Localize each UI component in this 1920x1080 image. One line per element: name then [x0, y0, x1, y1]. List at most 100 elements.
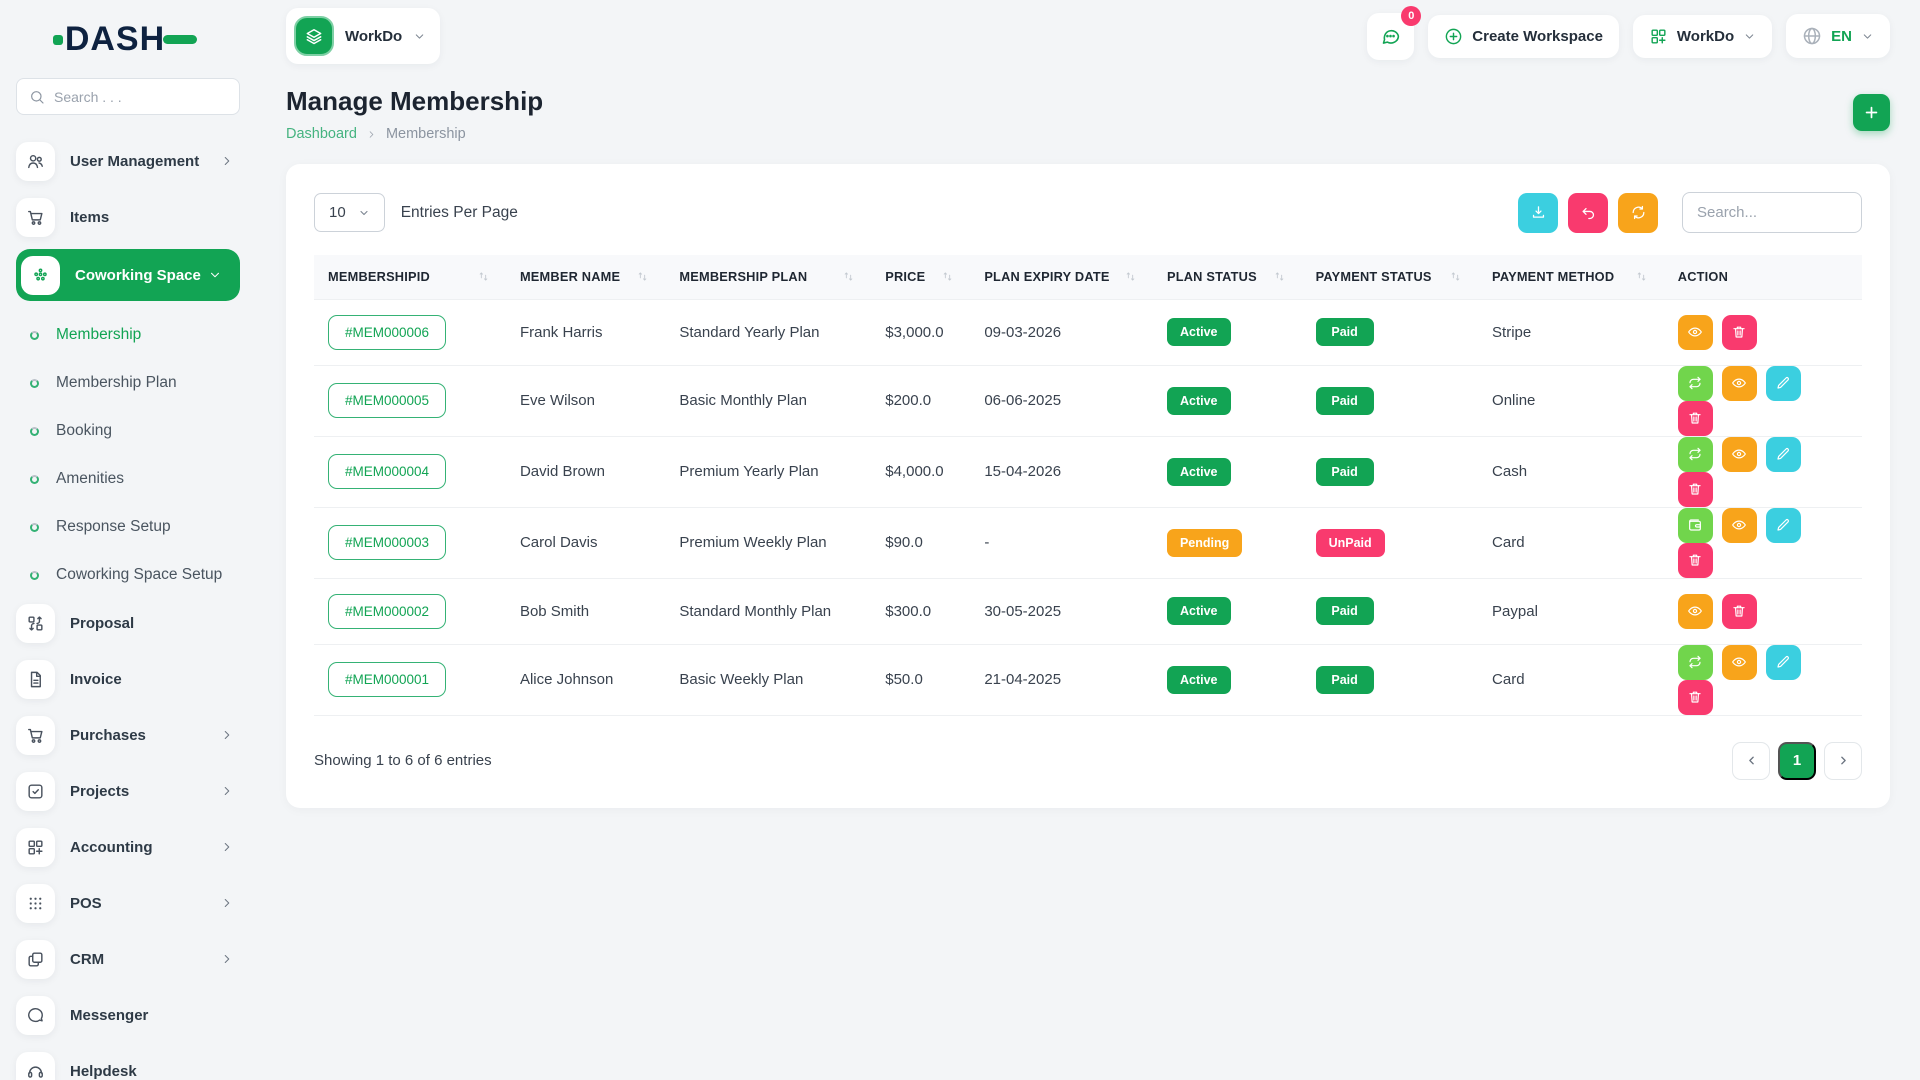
view-button[interactable]: [1722, 645, 1757, 680]
column-header-membership-plan[interactable]: MEMBERSHIP PLAN: [665, 255, 871, 299]
renew-button[interactable]: [1678, 645, 1713, 680]
delete-button[interactable]: [1678, 543, 1713, 578]
edit-button[interactable]: [1766, 508, 1801, 543]
cell-plan-expiry-date: -: [970, 507, 1153, 578]
sidebar-subitem-membership-plan[interactable]: Membership Plan: [16, 359, 240, 407]
column-header-plan-expiry-date[interactable]: PLAN EXPIRY DATE: [970, 255, 1153, 299]
sidebar-item-messenger[interactable]: Messenger: [16, 991, 240, 1039]
delete-button[interactable]: [1722, 315, 1757, 350]
membership-id-chip[interactable]: #MEM000005: [328, 383, 446, 418]
undo-arrow-icon: [1580, 204, 1597, 221]
previous-page-button[interactable]: [1732, 742, 1770, 780]
sidebar-subitem-label: Booking: [56, 422, 112, 440]
view-button[interactable]: [1678, 315, 1713, 350]
sidebar-subitem-membership[interactable]: Membership: [16, 311, 240, 359]
trash-icon: [1687, 481, 1703, 497]
trash-icon: [1731, 603, 1747, 619]
repeat-icon: [1687, 654, 1703, 670]
cell-member-name: Carol Davis: [506, 507, 665, 578]
breadcrumb-dashboard-link[interactable]: Dashboard: [286, 126, 357, 142]
sidebar-subitem-response-setup[interactable]: Response Setup: [16, 503, 240, 551]
sidebar-subitem-coworking-space-setup[interactable]: Coworking Space Setup: [16, 551, 240, 599]
cell-membership-plan: Basic Weekly Plan: [665, 644, 871, 715]
cell-membership-plan: Premium Yearly Plan: [665, 436, 871, 507]
next-page-button[interactable]: [1824, 742, 1862, 780]
workspace-switcher[interactable]: WorkDo: [286, 8, 440, 64]
cell-membership-id: #MEM000003: [314, 507, 506, 578]
sidebar-item-invoice[interactable]: Invoice: [16, 655, 240, 703]
view-button[interactable]: [1678, 594, 1713, 629]
sidebar-item-accounting[interactable]: Accounting: [16, 823, 240, 871]
page-title: Manage Membership: [286, 86, 543, 117]
messenger-button[interactable]: 0: [1367, 13, 1414, 60]
sidebar-search-input[interactable]: [54, 89, 227, 105]
edit-button[interactable]: [1766, 366, 1801, 401]
edit-icon: [1775, 446, 1791, 462]
export-button[interactable]: [1518, 193, 1558, 233]
renew-button[interactable]: [1678, 366, 1713, 401]
membership-id-chip[interactable]: #MEM000003: [328, 525, 446, 560]
entries-per-page-select[interactable]: 10: [314, 193, 385, 232]
sidebar-subitem-label: Coworking Space Setup: [56, 566, 222, 584]
column-header-price[interactable]: PRICE: [871, 255, 970, 299]
breadcrumb-current: Membership: [386, 126, 466, 142]
sidebar-item-proposal[interactable]: Proposal: [16, 599, 240, 647]
pay-button[interactable]: [1678, 508, 1713, 543]
view-button[interactable]: [1722, 366, 1757, 401]
view-button[interactable]: [1722, 437, 1757, 472]
bullet-icon: [30, 427, 39, 436]
delete-button[interactable]: [1722, 594, 1757, 629]
cell-member-name: Alice Johnson: [506, 644, 665, 715]
sidebar-item-crm[interactable]: CRM: [16, 935, 240, 983]
chevron-down-icon: [413, 30, 426, 43]
chevron-right-icon: [220, 728, 234, 742]
edit-button[interactable]: [1766, 645, 1801, 680]
sidebar-item-purchases[interactable]: Purchases: [16, 711, 240, 759]
column-header-payment-method[interactable]: PAYMENT METHOD: [1478, 255, 1664, 299]
page-number-button[interactable]: 1: [1778, 742, 1816, 780]
membership-id-chip[interactable]: #MEM000004: [328, 454, 446, 489]
bullet-icon: [30, 523, 39, 532]
workspace-menu-button[interactable]: WorkDo: [1633, 15, 1772, 58]
sidebar-item-projects[interactable]: Projects: [16, 767, 240, 815]
sidebar-subitem-booking[interactable]: Booking: [16, 407, 240, 455]
add-membership-button[interactable]: [1853, 94, 1890, 131]
view-button[interactable]: [1722, 508, 1757, 543]
table-search-input[interactable]: [1682, 192, 1862, 233]
column-header-payment-status[interactable]: PAYMENT STATUS: [1302, 255, 1478, 299]
delete-button[interactable]: [1678, 472, 1713, 507]
cell-price: $200.0: [871, 365, 970, 436]
proposal-icon: [16, 604, 55, 643]
topbar-right: 0 Create Workspace WorkDo: [1367, 13, 1890, 60]
sidebar-item-label: Proposal: [70, 615, 134, 632]
delete-button[interactable]: [1678, 401, 1713, 436]
sidebar-item-label: Items: [70, 209, 109, 226]
sidebar-search[interactable]: [16, 78, 240, 115]
delete-button[interactable]: [1678, 680, 1713, 715]
brand-logo[interactable]: DASH: [16, 0, 240, 78]
trash-icon: [1687, 410, 1703, 426]
create-workspace-button[interactable]: Create Workspace: [1428, 15, 1619, 58]
sidebar-subitem-amenities[interactable]: Amenities: [16, 455, 240, 503]
language-selector[interactable]: EN: [1786, 14, 1890, 58]
edit-button[interactable]: [1766, 437, 1801, 472]
sidebar-item-helpdesk[interactable]: Helpdesk: [16, 1047, 240, 1080]
refresh-button[interactable]: [1618, 193, 1658, 233]
sidebar-item-pos[interactable]: POS: [16, 879, 240, 927]
main-area: WorkDo 0 Create Workspace: [256, 0, 1920, 1080]
sidebar-item-items[interactable]: Items: [16, 193, 240, 241]
sort-icon: [941, 270, 960, 283]
sidebar-item-user-management[interactable]: User Management: [16, 137, 240, 185]
membership-id-chip[interactable]: #MEM000001: [328, 662, 446, 697]
plan-status-badge: Active: [1167, 387, 1231, 415]
membership-id-chip[interactable]: #MEM000006: [328, 315, 446, 350]
membership-id-chip[interactable]: #MEM000002: [328, 594, 446, 629]
sidebar-item-coworking-space[interactable]: Coworking Space: [16, 249, 240, 301]
cell-actions: [1664, 507, 1862, 578]
column-header-plan-status[interactable]: PLAN STATUS: [1153, 255, 1302, 299]
back-button[interactable]: [1568, 193, 1608, 233]
column-header-membershipid[interactable]: MEMBERSHIPID: [314, 255, 506, 299]
renew-button[interactable]: [1678, 437, 1713, 472]
column-header-member-name[interactable]: MEMBER NAME: [506, 255, 665, 299]
cell-plan-expiry-date: 09-03-2026: [970, 299, 1153, 365]
